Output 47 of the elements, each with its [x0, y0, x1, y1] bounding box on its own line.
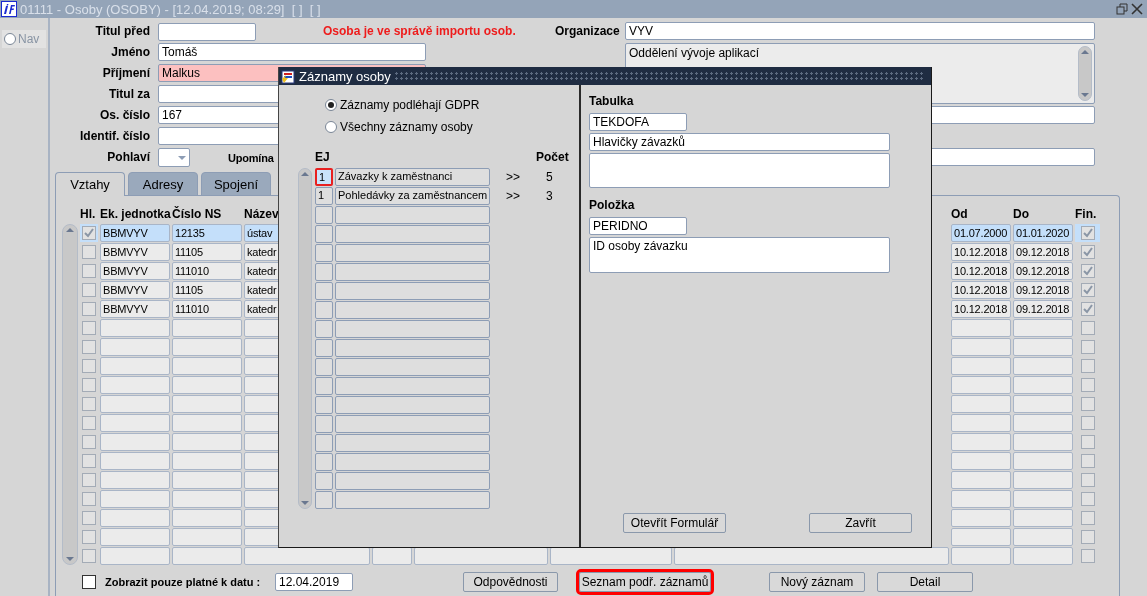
- column-header: Počet: [536, 150, 569, 164]
- column-header: Název: [244, 207, 279, 221]
- field-label: Organizace: [555, 23, 621, 40]
- table-cell: 09.12.2018: [1013, 281, 1073, 299]
- column-header: Hl.: [80, 207, 96, 221]
- field-label: Titul za: [107, 86, 151, 103]
- column-header: Do: [1013, 207, 1029, 221]
- column-header: Od: [951, 207, 968, 221]
- section-label: Tabulka: [589, 95, 635, 108]
- table-cell: BBMVYV: [100, 243, 170, 261]
- table-cell: 01.07.2000: [951, 224, 1011, 242]
- table-cell: 10.12.2018: [951, 262, 1011, 280]
- table-cell: 09.12.2018: [1013, 243, 1073, 261]
- table-cell: BBMVYV: [100, 262, 170, 280]
- table-cell: BBMVYV: [100, 281, 170, 299]
- count-text: 3: [546, 188, 554, 205]
- section-label: Položka: [589, 199, 636, 212]
- table-cell: 10.12.2018: [951, 243, 1011, 261]
- column-header: Číslo NS: [172, 207, 222, 221]
- organization-detail-text: Oddělení vývoje aplikací: [629, 46, 760, 60]
- field-label: Titul před: [94, 23, 151, 40]
- column-header: Fin.: [1075, 207, 1097, 221]
- notice-text: Osoba je ve správě importu osob.: [323, 23, 516, 40]
- table-cell: 10.12.2018: [951, 281, 1011, 299]
- table-cell: BBMVYV: [100, 224, 170, 242]
- table-cell: 12135: [172, 224, 242, 242]
- dialog-title: Záznamy osoby: [299, 68, 391, 84]
- table-cell: 09.12.2018: [1013, 300, 1073, 318]
- column-header: Ek. jednotka: [100, 207, 171, 221]
- count-text: 5: [546, 169, 554, 186]
- table-cell: 10.12.2018: [951, 300, 1011, 318]
- field-label: Upomína: [228, 151, 274, 164]
- field-label: Identif. číslo: [79, 128, 151, 145]
- table-cell: 11105: [172, 243, 242, 261]
- field-label: Os. číslo: [98, 107, 151, 124]
- table-cell: 111010: [172, 300, 242, 318]
- field-label: Jméno: [110, 44, 151, 61]
- table-cell: 09.12.2018: [1013, 262, 1073, 280]
- field-label: Příjmení: [101, 65, 151, 82]
- table-cell: 01.01.2020: [1013, 224, 1073, 242]
- table-cell: 11105: [172, 281, 242, 299]
- window-title: 01111 - Osoby (OSOBY) - [12.04.2019; 08:29] [ ] [ ]: [20, 1, 322, 17]
- field-label: Pohlaví: [106, 149, 151, 166]
- table-cell: 111010: [172, 262, 242, 280]
- filter-label: Zobrazit pouze platné k datu :: [105, 576, 261, 588]
- table-cell: BBMVYV: [100, 300, 170, 318]
- column-header: EJ: [315, 150, 330, 164]
